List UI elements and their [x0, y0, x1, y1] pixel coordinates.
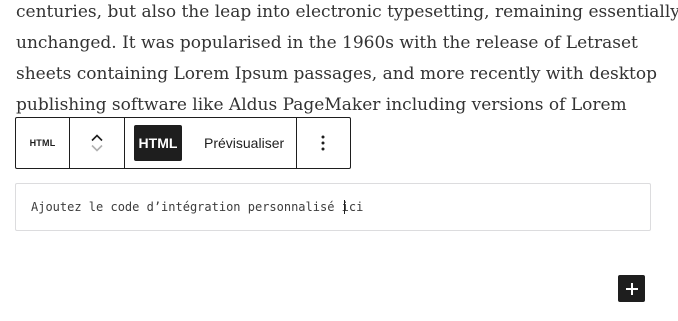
mode-switcher: HTML Prévisualiser — [125, 118, 297, 168]
block-toolbar: HTML HTML Prévisualiser — [15, 117, 351, 169]
text-caret — [343, 200, 345, 214]
html-input-text: Ajoutez le code d’intégration personnali… — [31, 200, 349, 214]
html-block-icon: HTML — [29, 138, 56, 148]
block-mover — [70, 118, 125, 168]
move-down-button[interactable] — [90, 144, 104, 153]
html-code-input[interactable]: Ajoutez le code d’intégration personnali… — [15, 183, 651, 231]
more-vertical-icon — [321, 135, 325, 151]
paragraph-line: sheets containing Lorem Ipsum passages, … — [16, 64, 657, 84]
add-block-button[interactable] — [618, 275, 645, 302]
html-mode-button[interactable]: HTML — [134, 125, 182, 161]
chevron-up-icon — [91, 134, 103, 142]
move-up-button[interactable] — [90, 133, 104, 142]
paragraph-line: unchanged. It was popularised in the 196… — [16, 33, 638, 53]
chevron-down-icon — [91, 144, 103, 152]
paragraph-block[interactable]: centuries, but also the leap into electr… — [16, 0, 678, 121]
plus-icon — [625, 282, 638, 295]
options-button[interactable] — [297, 118, 349, 168]
paragraph-line: centuries, but also the leap into electr… — [16, 2, 678, 22]
preview-mode-button[interactable]: Prévisualiser — [194, 125, 294, 161]
block-type-switcher[interactable]: HTML — [16, 118, 70, 168]
html-input-text-tail: ci — [348, 200, 364, 214]
